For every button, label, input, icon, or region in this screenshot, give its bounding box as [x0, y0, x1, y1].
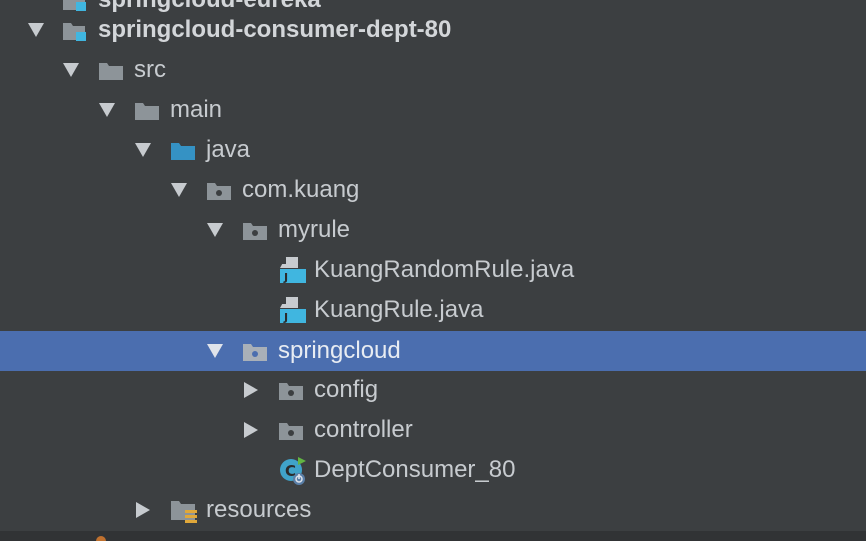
expand-arrow-right-icon[interactable]: [134, 501, 152, 519]
project-tree: springcloud-eureka springcloud-consumer-…: [0, 0, 866, 541]
package-icon: [278, 380, 304, 402]
resources-label: resources: [206, 496, 312, 523]
partial-orange-icon: [96, 536, 106, 541]
package-icon: [278, 420, 304, 442]
package-icon: [242, 341, 268, 363]
controller-label: controller: [314, 416, 413, 443]
tree-row-kuang-rule[interactable]: J KuangRule.java: [0, 290, 866, 330]
folder-icon: [98, 60, 124, 82]
package-icon: [242, 220, 268, 242]
tree-row-main[interactable]: main: [0, 90, 866, 130]
expand-arrow-right-icon[interactable]: [242, 421, 260, 439]
tree-row-config[interactable]: config: [0, 370, 866, 410]
expand-arrow-down-icon[interactable]: [134, 141, 152, 159]
main-label: main: [170, 96, 223, 123]
dept-consumer-label: DeptConsumer_80: [314, 456, 516, 483]
tree-row-java[interactable]: java: [0, 130, 866, 170]
myrule-label: myrule: [278, 216, 351, 243]
source-root-folder-icon: [170, 140, 196, 162]
tree-row-src[interactable]: src: [0, 50, 866, 90]
module-folder-icon: [62, 20, 88, 42]
expand-arrow-down-icon[interactable]: [206, 221, 224, 239]
tree-row-com-kuang[interactable]: com.kuang: [0, 170, 866, 210]
src-label: src: [134, 56, 166, 83]
expand-arrow-down-icon[interactable]: [27, 21, 45, 39]
expand-arrow-down-icon[interactable]: [206, 342, 224, 360]
config-label: config: [314, 376, 379, 403]
package-icon: [206, 180, 232, 202]
tree-row-controller[interactable]: controller: [0, 410, 866, 450]
expand-arrow-down-icon[interactable]: [98, 101, 116, 119]
tree-bottom-strip: [0, 531, 866, 541]
tree-row-kuang-random-rule[interactable]: J KuangRandomRule.java: [0, 250, 866, 290]
tree-row-springcloud[interactable]: springcloud: [0, 331, 866, 371]
module-label: springcloud-consumer-dept-80: [98, 16, 452, 43]
svg-text:J: J: [283, 311, 288, 324]
com-kuang-label: com.kuang: [242, 176, 360, 203]
springcloud-label: springcloud: [278, 337, 401, 364]
folder-icon: [134, 100, 160, 122]
tree-row-resources[interactable]: resources: [0, 490, 866, 530]
tree-row-myrule[interactable]: myrule: [0, 210, 866, 250]
kuang-random-rule-label: KuangRandomRule.java: [314, 256, 575, 283]
java-file-icon: J: [278, 256, 306, 284]
tree-row-module[interactable]: springcloud-consumer-dept-80: [0, 10, 866, 50]
java-file-icon: J: [278, 296, 306, 324]
svg-text:J: J: [283, 271, 288, 284]
expand-arrow-right-icon[interactable]: [242, 381, 260, 399]
tree-row-dept-consumer[interactable]: C DeptConsumer_80: [0, 450, 866, 490]
spring-boot-class-icon: C: [278, 455, 310, 487]
java-label: java: [206, 136, 251, 163]
resources-folder-icon: [170, 498, 200, 526]
expand-arrow-down-icon[interactable]: [62, 61, 80, 79]
expand-arrow-down-icon[interactable]: [170, 181, 188, 199]
kuang-rule-label: KuangRule.java: [314, 296, 484, 323]
